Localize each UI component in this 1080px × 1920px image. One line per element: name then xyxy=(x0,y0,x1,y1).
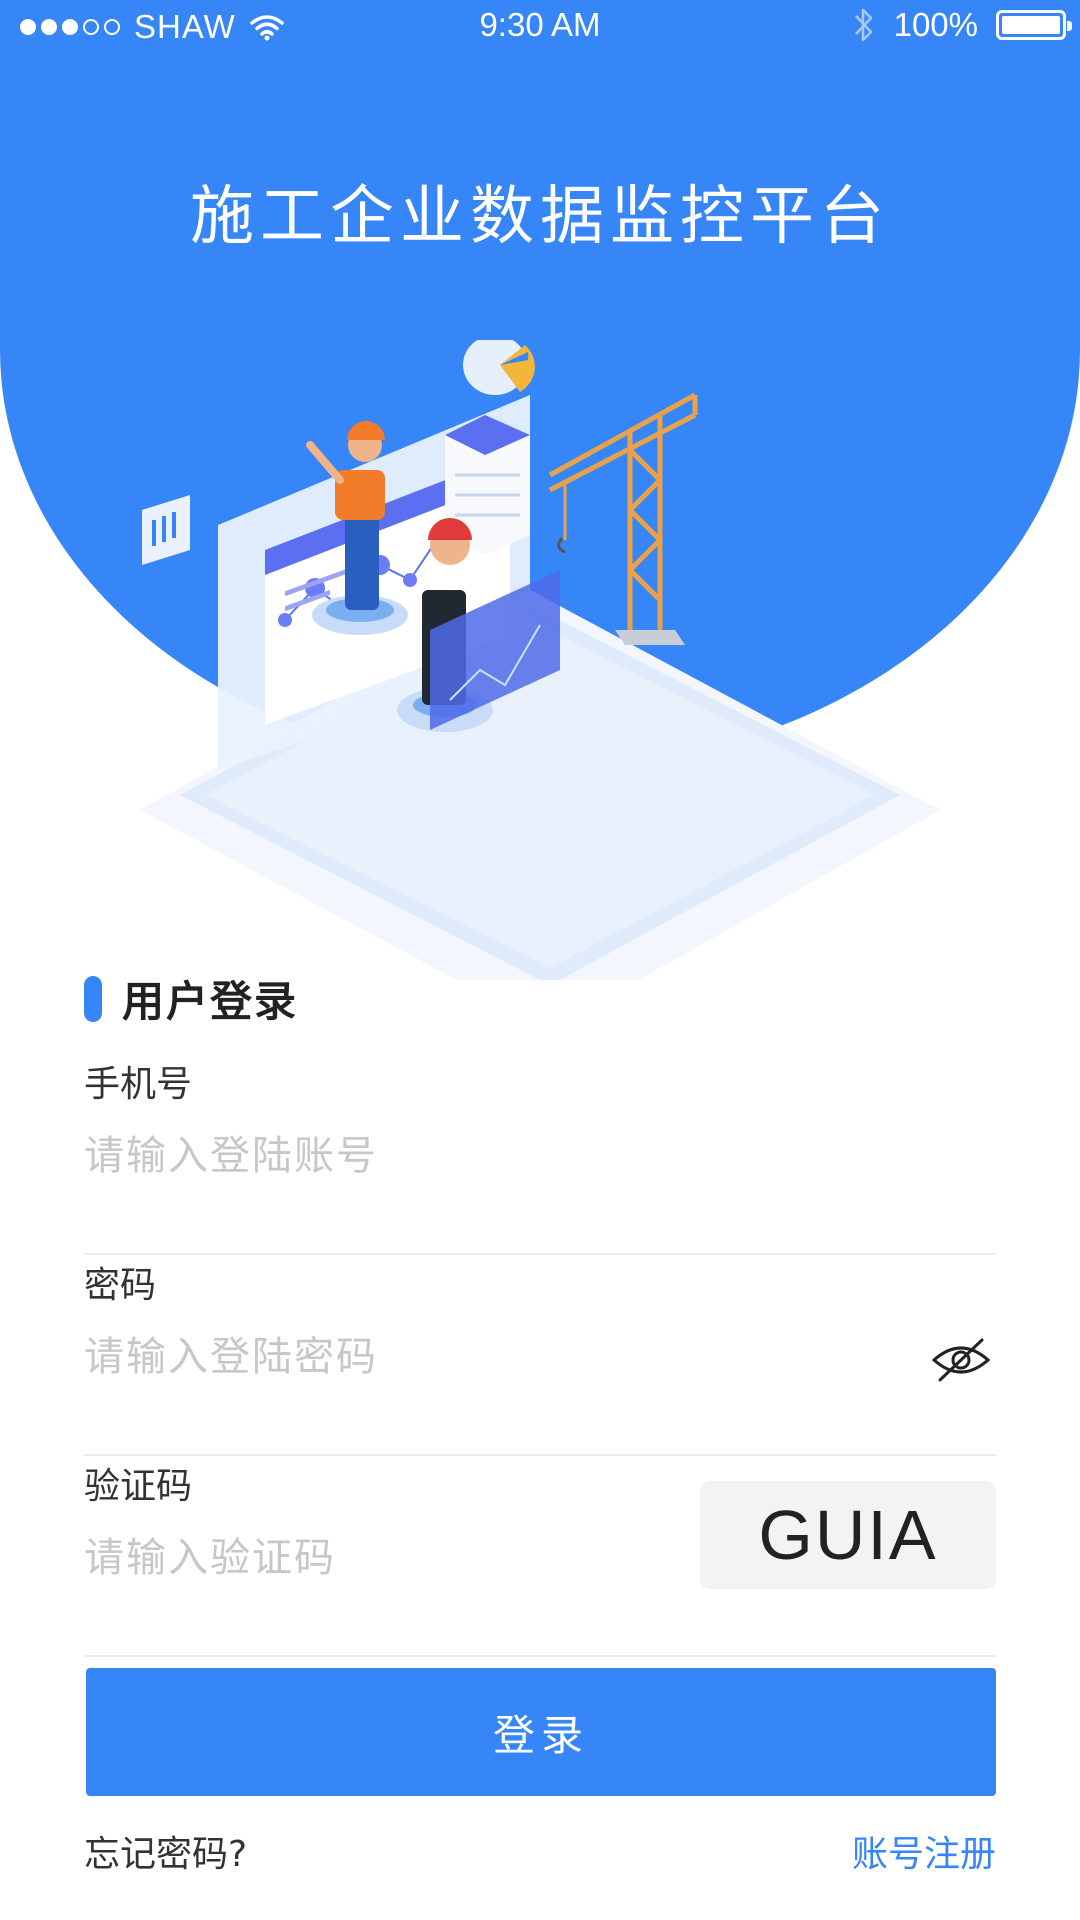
battery-icon xyxy=(996,10,1072,40)
login-button[interactable]: 登录 xyxy=(86,1668,996,1796)
password-label: 密码 xyxy=(84,1265,157,1306)
section-accent-bar xyxy=(84,975,102,1022)
construction-illustration xyxy=(140,340,940,980)
eye-hidden-icon[interactable] xyxy=(930,1334,992,1386)
password-field: 密码 xyxy=(84,1256,996,1456)
captcha-field: 验证码 GUIA xyxy=(84,1457,996,1657)
status-right: 100% xyxy=(852,6,1072,44)
captcha-label: 验证码 xyxy=(84,1466,193,1507)
register-link[interactable]: 账号注册 xyxy=(852,1825,996,1877)
bluetooth-icon xyxy=(854,8,872,42)
phone-label: 手机号 xyxy=(84,1064,193,1105)
status-bar: SHAW 9:30 AM 100% xyxy=(0,0,1080,56)
tower-crane xyxy=(548,392,698,630)
forgot-password-link[interactable]: 忘记密码? xyxy=(84,1825,247,1877)
bar-card-icon xyxy=(142,495,190,565)
phone-field: 手机号 xyxy=(84,1055,996,1255)
battery-percentage: 100% xyxy=(893,6,978,43)
login-section-header: 用户登录 xyxy=(84,968,298,1029)
captcha-image[interactable]: GUIA xyxy=(700,1481,996,1589)
app-title: 施工企业数据监控平台 xyxy=(190,180,890,254)
phone-input[interactable] xyxy=(84,1123,704,1189)
password-input[interactable] xyxy=(84,1324,704,1390)
captcha-input[interactable] xyxy=(84,1525,704,1591)
pie-chart-icon xyxy=(463,340,535,395)
login-section-title: 用户登录 xyxy=(122,977,299,1026)
